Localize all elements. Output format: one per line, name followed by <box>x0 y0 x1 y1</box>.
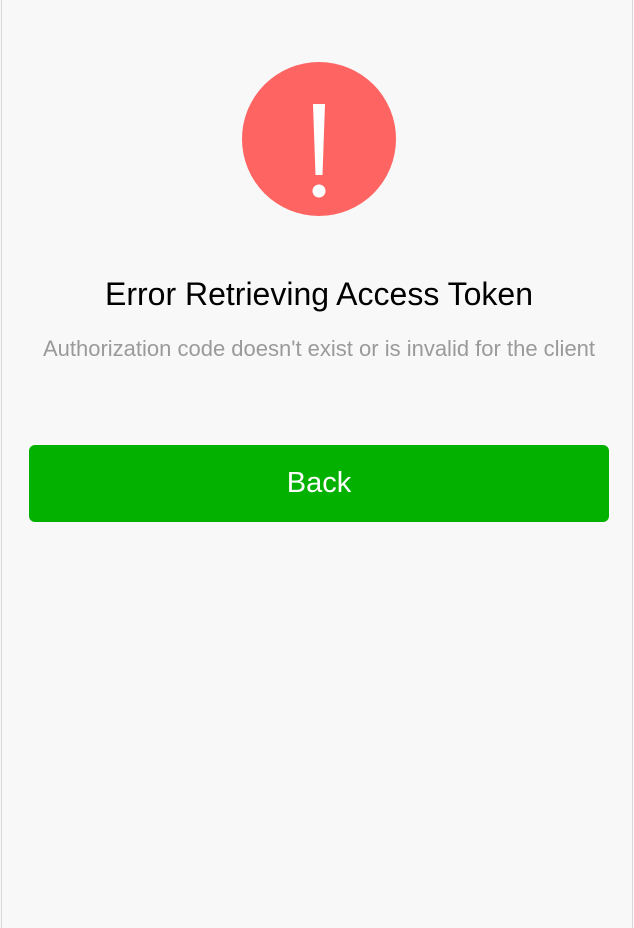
back-button[interactable]: Back <box>29 445 609 522</box>
page-container: Error Retrieving Access Token Authorizat… <box>1 0 633 928</box>
error-description: Authorization code doesn't exist or is i… <box>42 336 596 361</box>
error-icon <box>242 62 396 216</box>
exclamation-icon <box>312 104 326 198</box>
error-title: Error Retrieving Access Token <box>104 276 534 312</box>
